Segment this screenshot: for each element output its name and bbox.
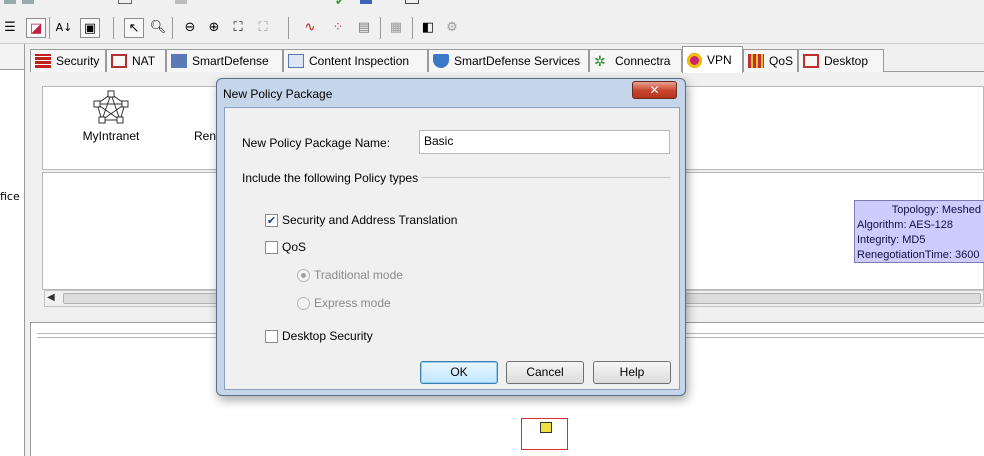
desktop-icon [803, 54, 819, 68]
new-policy-package-dialog: New Policy Package ✕ New Policy Package … [216, 78, 686, 396]
group-divider [421, 177, 671, 178]
tab-nat[interactable]: NAT [106, 49, 166, 72]
toolbar-icon-copy[interactable] [22, 0, 34, 4]
connectra-icon: ✲ [594, 53, 606, 69]
tab-label: VPN [707, 53, 732, 67]
community-myintranet[interactable]: MyIntranet [76, 90, 146, 143]
tooltip-integrity: Integrity: MD5 [857, 234, 926, 246]
dialog-title: New Policy Package [223, 87, 333, 101]
traditional-mode-radio[interactable] [297, 269, 310, 282]
tab-smartdefense-services[interactable]: SmartDefense Services [428, 49, 589, 72]
save-icon[interactable]: ▣ [80, 18, 100, 38]
content-inspection-icon [288, 54, 304, 68]
community-remote-label[interactable]: Ren [194, 129, 216, 143]
package-name-label: New Policy Package Name: [242, 136, 391, 150]
top-toolbar: ✔ [0, 0, 984, 12]
qos-option-label[interactable]: QoS [282, 240, 306, 254]
zoom-tool-icon[interactable]: 🔍︎ [148, 18, 168, 38]
tab-security[interactable]: Security [30, 49, 106, 72]
meshed-icon[interactable]: ⁘ [328, 18, 348, 38]
properties-icon[interactable]: ▤ [354, 18, 374, 38]
package-name-input[interactable]: Basic [419, 130, 670, 154]
traditional-mode-label[interactable]: Traditional mode [314, 268, 403, 282]
dialog-body: New Policy Package Name: Basic Include t… [224, 107, 680, 390]
security-checkbox[interactable]: ✔ [265, 214, 278, 227]
tab-label: Connectra [615, 54, 671, 68]
policy-types-group-label: Include the following Policy types [242, 171, 419, 185]
tab-qos[interactable]: QoS [743, 49, 798, 72]
desktop-security-label[interactable]: Desktop Security [282, 329, 373, 343]
layout-icon[interactable]: ◪ [26, 18, 46, 38]
tab-vpn[interactable]: VPN [682, 46, 743, 73]
fit-selection-icon[interactable]: ⛶ [253, 18, 273, 38]
objects-tree-pane[interactable] [0, 44, 25, 456]
toolbar-icon-blue[interactable] [360, 0, 372, 4]
tab-label: Security [56, 54, 100, 68]
panel-icon[interactable]: ◧ [418, 18, 438, 38]
close-icon[interactable]: ✕ [632, 81, 677, 99]
help-button[interactable]: Help [593, 361, 671, 384]
tooltip-renegotiation: RenegotiationTime: 3600 [857, 249, 980, 261]
connect-icon[interactable]: ∿ [300, 18, 320, 38]
tab-label: Content Inspection [309, 54, 410, 68]
express-mode-label[interactable]: Express mode [314, 296, 391, 310]
toolbar-icon-cut[interactable] [4, 0, 16, 4]
community-label: MyIntranet [82, 129, 140, 143]
toolbar-icon-monitor[interactable] [405, 0, 419, 4]
selected-object-box[interactable] [521, 418, 568, 450]
main-toolbar: ☰ ◪ A↓ ▣ ↖ 🔍︎ ⊖ ⊕ ⛶ ⛶ ∿ ⁘ ▤ ▦ ◧ ⚙ [0, 12, 984, 44]
toolbar-icon-window[interactable] [118, 0, 132, 4]
tab-label: SmartDefense Services [454, 54, 581, 68]
security-option-label[interactable]: Security and Address Translation [282, 213, 457, 227]
vpn-settings-icon[interactable]: ⚙ [442, 18, 462, 38]
express-mode-radio[interactable] [297, 297, 310, 310]
toolbar-icon-list[interactable] [175, 0, 187, 4]
fit-window-icon[interactable]: ⛶ [228, 18, 248, 38]
objects-tree-header [0, 44, 24, 70]
zoom-out-icon[interactable]: ⊖ [180, 18, 200, 38]
qos-icon [748, 54, 764, 68]
tab-label: QoS [768, 54, 793, 68]
star-community-icon [93, 90, 129, 124]
zoom-in-icon[interactable]: ⊕ [204, 18, 224, 38]
community-properties-tooltip: Topology: Meshed Algorithm: AES-128 Inte… [854, 200, 984, 263]
tab-label: Desktop [824, 54, 869, 68]
tab-connectra[interactable]: ✲ Connectra [589, 49, 682, 72]
tab-label: SmartDefense [192, 54, 269, 68]
vpn-lock-icon [687, 52, 702, 68]
smartdefense-icon [171, 54, 187, 68]
toolbar-icon-check[interactable]: ✔ [335, 0, 345, 8]
tab-desktop[interactable]: Desktop [798, 49, 884, 72]
nat-table-icon [111, 54, 127, 68]
desktop-security-checkbox[interactable] [265, 330, 278, 343]
menu-icon[interactable]: ☰ [0, 18, 20, 38]
cancel-button[interactable]: Cancel [506, 361, 584, 384]
firewall-icon [35, 54, 51, 68]
ok-button[interactable]: OK [420, 361, 498, 384]
tab-smartdefense[interactable]: SmartDefense [166, 49, 283, 72]
tree-item-office-label[interactable]: fice [0, 190, 20, 203]
tab-label: NAT [132, 54, 156, 68]
policy-tab-strip: Security NAT SmartDefense Content Inspec… [30, 46, 984, 73]
calculator-icon[interactable]: ▦ [386, 18, 406, 38]
sort-icon[interactable]: A↓ [54, 18, 74, 38]
gateway-icon [540, 422, 552, 433]
select-pointer-icon[interactable]: ↖ [124, 18, 144, 38]
tab-content-inspection[interactable]: Content Inspection [283, 49, 428, 72]
tooltip-algorithm: Algorithm: AES-128 [857, 219, 953, 231]
shield-icon [433, 54, 449, 68]
tooltip-topology: Topology: Meshed [891, 204, 981, 216]
scroll-left-icon[interactable]: ◀ [47, 292, 55, 303]
qos-checkbox[interactable] [265, 241, 278, 254]
